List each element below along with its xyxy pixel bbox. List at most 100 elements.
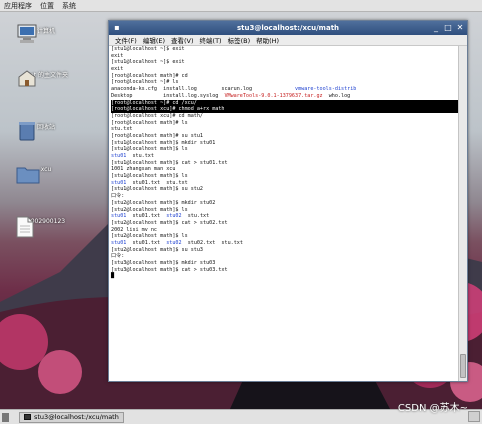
terminal-line: [root@localhost ~]# cd /xcu/: [111, 99, 458, 107]
terminal-line: [root@localhost xcu]# cd math/: [111, 113, 458, 120]
maximize-icon[interactable]: □: [443, 23, 453, 33]
terminal-text: stu01.txt: [126, 239, 167, 246]
terminal-line: 2002 lisi mv nc: [111, 227, 458, 234]
terminal-output[interactable]: [stu1@localhost ~]$ exit exit [stu1@localh…: [109, 46, 458, 381]
terminal-text: [stu1@localhost ~]$ exit: [111, 46, 185, 52]
terminal-line: [root@localhost math]# ls: [111, 120, 458, 127]
terminal-text: [stu1@localhost ~]$ exit: [111, 59, 185, 66]
terminal-text: exit: [111, 52, 124, 59]
terminal-text: stu01: [111, 179, 127, 186]
terminal-line: 1001 zhangsan man xcu: [111, 166, 458, 173]
desktop-icon-document[interactable]: 5002900123: [16, 216, 76, 238]
terminal-text: [stu1@localhost math]$ ls: [111, 173, 188, 180]
show-desktop-icon[interactable]: [2, 412, 9, 422]
terminal-line: [root@localhost ~]# ls: [111, 79, 458, 86]
terminal-text: stu01: [111, 153, 127, 159]
panel-menu-places[interactable]: 位置: [36, 0, 58, 12]
terminal-window[interactable]: ▪ stu3@localhost:/xcu/math _ □ ✕ 文件(F) 编…: [108, 20, 468, 382]
terminal-titlebar[interactable]: ▪ stu3@localhost:/xcu/math _ □ ✕: [109, 21, 467, 35]
terminal-menubar: 文件(F) 编辑(E) 查看(V) 终端(T) 标签(B) 帮助(H): [109, 35, 467, 46]
panel-menu-applications[interactable]: 应用程序: [0, 0, 36, 12]
terminal-text: Desktop install.log.syslog: [111, 92, 225, 99]
scrollbar-thumb[interactable]: [460, 354, 466, 378]
terminal-text: stu.txt: [126, 153, 154, 159]
terminal-line: [stu1@localhost math]$ su stu2: [111, 186, 458, 193]
terminal-text: stu01: [111, 239, 127, 246]
menu-terminal[interactable]: 终端(T): [197, 35, 225, 45]
menu-edit[interactable]: 编辑(E): [140, 35, 168, 45]
terminal-line: [stu2@localhost math]$ su stu3: [111, 247, 458, 254]
terminal-line: [stu2@localhost math]$ ls: [111, 207, 458, 214]
terminal-text: [stu2@localhost math]$ su stu3: [111, 246, 204, 253]
terminal-line: 口令:: [111, 253, 458, 260]
terminal-text: [stu2@localhost math]$ ls: [111, 206, 188, 213]
terminal-text: [root@localhost math]# cd: [111, 72, 188, 79]
terminal-line: [stu2@localhost math]$ cat > stu02.txt: [111, 220, 458, 227]
panel-menu-system[interactable]: 系统: [58, 0, 80, 12]
terminal-line: stu01 stu01.txt stu02 stu.txt: [111, 213, 458, 220]
terminal-text: 口令:: [111, 253, 125, 260]
terminal-text: [root@localhost ~]# ls: [111, 79, 179, 86]
minimize-icon[interactable]: _: [431, 23, 441, 33]
terminal-line: [stu3@localhost math]$ mkdir stu03: [111, 260, 458, 267]
terminal-line: [stu1@localhost ~]$ exit: [111, 59, 458, 66]
terminal-line: anaconda-ks.cfg install.log scarun.log v…: [111, 86, 458, 93]
terminal-line: stu01 stu01.txt stu.txt: [111, 180, 458, 187]
watermark: CSDN @苏木~: [397, 403, 468, 414]
taskbar-terminal-button[interactable]: stu3@localhost:/xcu/math: [19, 411, 124, 423]
terminal-text: anaconda-ks.cfg install.log scarun.log: [111, 86, 296, 93]
menu-help[interactable]: 帮助(H): [253, 35, 282, 45]
terminal-line: [stu1@localhost math]$ ls: [111, 173, 458, 180]
terminal-line: [stu3@localhost math]$ cat > stu03.txt: [111, 267, 458, 274]
top-panel: 应用程序 位置 系统: [0, 0, 482, 12]
terminal-text: [stu3@localhost math]$ cat > stu03.txt: [111, 266, 228, 273]
terminal-text: stu01.txt stu.txt: [126, 179, 188, 186]
terminal-text: VMwareTools-9.0.1-1379637.tar.gz: [224, 92, 323, 99]
workspace-switcher[interactable]: [468, 411, 480, 422]
taskbar-button-label: stu3@localhost:/xcu/math: [34, 413, 119, 421]
terminal-text: [root@localhost math]# ls: [111, 119, 188, 126]
terminal-text: stu01.txt: [126, 213, 167, 220]
terminal-text: [stu2@localhost math]$ mkdir stu02: [111, 199, 216, 206]
terminal-line: [stu2@localhost math]$ ls: [111, 233, 458, 240]
terminal-text: [stu1@localhost math]$ cat > stu01.txt: [111, 159, 228, 166]
terminal-text: 2002 lisi mv nc: [111, 226, 158, 233]
terminal-text: 口令:: [111, 193, 125, 200]
terminal-line: █: [111, 273, 458, 280]
desktop-background: 计算机 root 的主文件夹 回收站 xcu 5002900123 ▪ stu3…: [0, 12, 482, 409]
terminal-line: stu.txt: [111, 126, 458, 133]
terminal-text: stu.txt: [111, 126, 133, 133]
terminal-text: vmware-tools-distrib: [295, 86, 357, 93]
window-title: stu3@localhost:/xcu/math: [236, 24, 340, 32]
terminal-line: [root@localhost math]# su stu1: [111, 133, 458, 140]
terminal-text: [stu1@localhost math]$ ls: [111, 146, 188, 153]
terminal-icon: [24, 414, 31, 420]
terminal-line: 口令:: [111, 193, 458, 200]
terminal-line: stu01 stu01.txt stu02 stu02.txt stu.txt: [111, 240, 458, 247]
terminal-text: stu.txt: [181, 213, 210, 220]
terminal-line: [stu1@localhost math]$ ls: [111, 146, 458, 153]
terminal-line: exit: [111, 66, 458, 73]
terminal-text: stu02: [166, 213, 182, 220]
terminal-text: [root@localhost xcu]# chmod a+rx math: [111, 106, 225, 113]
terminal-text: [stu2@localhost math]$ ls: [111, 233, 188, 240]
terminal-text: [root@localhost xcu]# cd math/: [111, 112, 204, 119]
terminal-text: [stu1@localhost math]$ mkdir stu01: [111, 139, 216, 146]
menu-tabs[interactable]: 标签(B): [225, 35, 254, 45]
terminal-line: [stu1@localhost math]$ cat > stu01.txt: [111, 160, 458, 167]
desktop-icon-xcu-folder[interactable]: xcu: [16, 164, 76, 184]
terminal-line: [root@localhost math]# cd: [111, 73, 458, 80]
menu-file[interactable]: 文件(F): [112, 35, 140, 45]
terminal-scrollbar[interactable]: [458, 46, 467, 381]
desktop-icon-computer[interactable]: 计算机: [16, 24, 76, 43]
close-icon[interactable]: ✕: [455, 23, 465, 33]
menu-view[interactable]: 查看(V): [168, 35, 197, 45]
desktop-icon-trash[interactable]: 回收站: [16, 120, 76, 141]
terminal-line: [stu1@localhost math]$ mkdir stu01: [111, 140, 458, 147]
terminal-line: stu01 stu.txt: [111, 153, 458, 160]
terminal-line: [root@localhost xcu]# chmod a+rx math: [111, 106, 458, 113]
terminal-line: Desktop install.log.syslog VMwareTools-9…: [111, 93, 458, 100]
terminal-text: [root@localhost math]# su stu1: [111, 132, 204, 139]
terminal-text: stu01: [111, 213, 127, 220]
desktop-icon-home-folder[interactable]: root 的主文件夹: [16, 68, 76, 87]
